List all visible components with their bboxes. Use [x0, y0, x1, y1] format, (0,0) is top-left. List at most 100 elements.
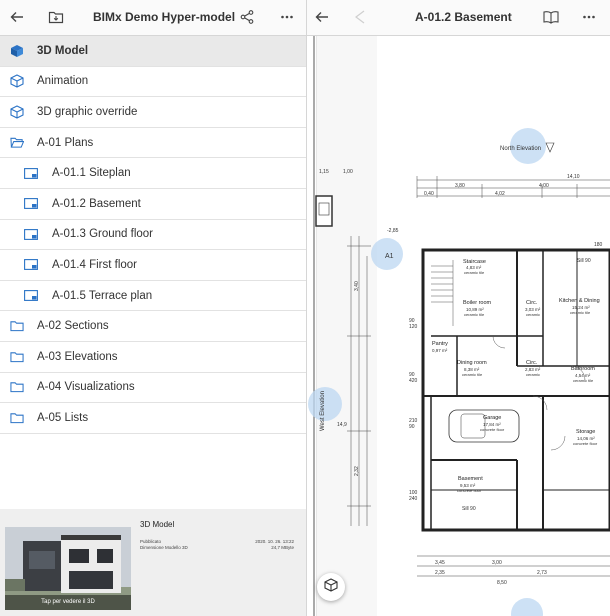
- room-basement: Basement: [458, 476, 483, 482]
- nav-item-label: A-04 Visualizations: [37, 381, 135, 394]
- cube-outline-icon: [10, 74, 24, 89]
- room-storage: Storage: [576, 429, 595, 435]
- nav-item-a012-siteplan[interactable]: A-01.1 Siteplan: [0, 158, 306, 189]
- model-thumbnail[interactable]: Tap per vedere il 3D: [5, 527, 131, 610]
- room-dining: Dining room: [457, 360, 487, 366]
- nav-item-a02-sections[interactable]: A-02 Sections: [0, 311, 306, 342]
- back-arrow-icon[interactable]: [8, 8, 26, 26]
- viewer-toolbar: A-01.2 Basement: [307, 0, 610, 36]
- nav-item-a014-first-floor[interactable]: A-01.4 First floor: [0, 250, 306, 281]
- cube-icon: [10, 44, 24, 58]
- room-pantry: Pantry: [432, 341, 448, 347]
- sheet-viewer: A-01.2 Basement North Elevation A1 West …: [307, 0, 610, 616]
- room-storage-finish: concrete floor: [573, 441, 598, 446]
- south-elevation-marker[interactable]: [511, 598, 543, 616]
- nav-item-label: A-01.4 First floor: [52, 258, 137, 271]
- navigator-list: 3D Model Animation 3D graphic override A…: [0, 36, 306, 434]
- nav-item-a05-lists[interactable]: A-05 Lists: [0, 403, 306, 434]
- published-label: Pubblicato: [140, 539, 162, 544]
- dim-minus-2-85: -2,85: [387, 228, 399, 234]
- room-circ-1-finish: ceramic: [526, 312, 540, 317]
- navigator-panel: BIMx Demo Hyper-model 3D Model Animation…: [0, 0, 307, 616]
- model-preview-panel: Tap per vedere il 3D 3D Model Pubblicato…: [0, 509, 306, 616]
- dim-420: 420: [409, 378, 418, 384]
- room-staircase-finish: ceramic tile: [464, 270, 485, 275]
- back-arrow-icon[interactable]: [313, 8, 331, 26]
- building-walls: [421, 248, 610, 532]
- nav-item-label: A-01.3 Ground floor: [52, 228, 154, 241]
- more-icon[interactable]: [278, 8, 296, 26]
- dim-3-80: 3,80: [455, 183, 465, 189]
- sheet-icon: [24, 197, 38, 211]
- folder-icon: [10, 319, 24, 333]
- dim-1-00: 1,00: [343, 169, 353, 175]
- book-icon[interactable]: [542, 8, 560, 26]
- floor-plan-svg: North Elevation A1 West Elevation 14,10 …: [308, 36, 610, 616]
- nav-item-a015-terrace-plan[interactable]: A-01.5 Terrace plan: [0, 281, 306, 312]
- dim-2-32: 2,32: [354, 466, 360, 476]
- top-dimensions: [416, 176, 610, 198]
- nav-item-3d-model[interactable]: 3D Model: [0, 36, 306, 67]
- sheet-icon: [24, 258, 38, 272]
- nav-item-label: A-01.2 Basement: [52, 197, 141, 210]
- sheet-icon: [24, 289, 38, 303]
- nav-item-label: A-02 Sections: [37, 320, 109, 333]
- north-elevation-arrow-icon: [545, 142, 555, 153]
- site-boundary: [313, 36, 377, 616]
- dim-3-00: 3,00: [492, 560, 502, 566]
- folder-icon: [10, 411, 24, 425]
- cube-outline-icon: [324, 577, 338, 597]
- dim-1-15: 1,15: [319, 169, 329, 175]
- nav-item-a012-basement[interactable]: A-01.2 Basement: [0, 189, 306, 220]
- room-kitchen: Kitchen & Dining: [559, 298, 600, 304]
- nav-item-label: A-03 Elevations: [37, 350, 118, 363]
- 3d-view-button[interactable]: [317, 573, 345, 601]
- floor-plan-drawing[interactable]: North Elevation A1 West Elevation 14,10 …: [307, 36, 610, 616]
- sheet-icon: [24, 166, 38, 180]
- dim-2-73: 2,73: [537, 570, 547, 576]
- share-icon[interactable]: [238, 8, 256, 26]
- previous-sheet-icon[interactable]: [351, 8, 369, 26]
- cube-outline-icon: [10, 105, 24, 119]
- nav-item-label: 3D Model: [37, 44, 89, 57]
- dim-240: 240: [409, 496, 418, 502]
- room-circ-2: Circ.: [526, 360, 538, 366]
- room-basement-finish: concrete floor: [457, 488, 482, 493]
- room-dining-finish: ceramic tile: [462, 372, 483, 377]
- nav-item-label: 3D graphic override: [37, 105, 138, 118]
- folder-icon: [10, 380, 24, 394]
- nav-item-a013-ground-floor[interactable]: A-01.3 Ground floor: [0, 220, 306, 251]
- dim-sill-90-b: Sill 90: [577, 258, 591, 264]
- dim-90-c: 90: [409, 424, 415, 430]
- room-circ-1: Circ.: [526, 300, 538, 306]
- nav-item-animation[interactable]: Animation: [0, 67, 306, 98]
- door-swings: [492, 335, 586, 451]
- nav-item-3d-graphic-override[interactable]: 3D graphic override: [0, 97, 306, 128]
- dim-2-35: 2,35: [435, 570, 445, 576]
- more-icon[interactable]: [580, 8, 598, 26]
- dim-8-50: 8,50: [497, 580, 507, 586]
- room-circ-2-finish: ceramic: [526, 372, 540, 377]
- room-bathroom-finish: ceramic tile: [573, 378, 594, 383]
- staircase-steps: [431, 260, 454, 326]
- nav-item-a01-plans[interactable]: A-01 Plans: [0, 128, 306, 159]
- nav-item-label: A-01.1 Siteplan: [52, 167, 131, 180]
- nav-item-a04-visualizations[interactable]: A-04 Visualizations: [0, 373, 306, 404]
- sheet-title: A-01.2 Basement: [415, 10, 512, 24]
- marker-a1-label: A1: [385, 253, 394, 260]
- room-garage: Garage: [483, 415, 501, 421]
- dim-3-40: 3,40: [354, 281, 360, 291]
- dim-180: 180: [594, 242, 603, 248]
- nav-item-label: A-05 Lists: [37, 411, 89, 424]
- west-elevation-label: West Elevation: [320, 391, 326, 431]
- dim-14-10: 14,10: [567, 174, 580, 180]
- folder-down-icon[interactable]: [47, 8, 65, 26]
- nav-item-label: A-01.5 Terrace plan: [52, 289, 153, 302]
- nav-item-label: A-01 Plans: [37, 136, 94, 149]
- nav-item-a03-elevations[interactable]: A-03 Elevations: [0, 342, 306, 373]
- room-boiler-finish: ceramic tile: [464, 312, 485, 317]
- nav-item-label: Animation: [37, 75, 89, 88]
- model-size-label: Dimensione Modello 3D: [140, 545, 188, 550]
- dim-4-02: 4,02: [495, 191, 505, 197]
- dim-0-40: 0,40: [424, 191, 434, 197]
